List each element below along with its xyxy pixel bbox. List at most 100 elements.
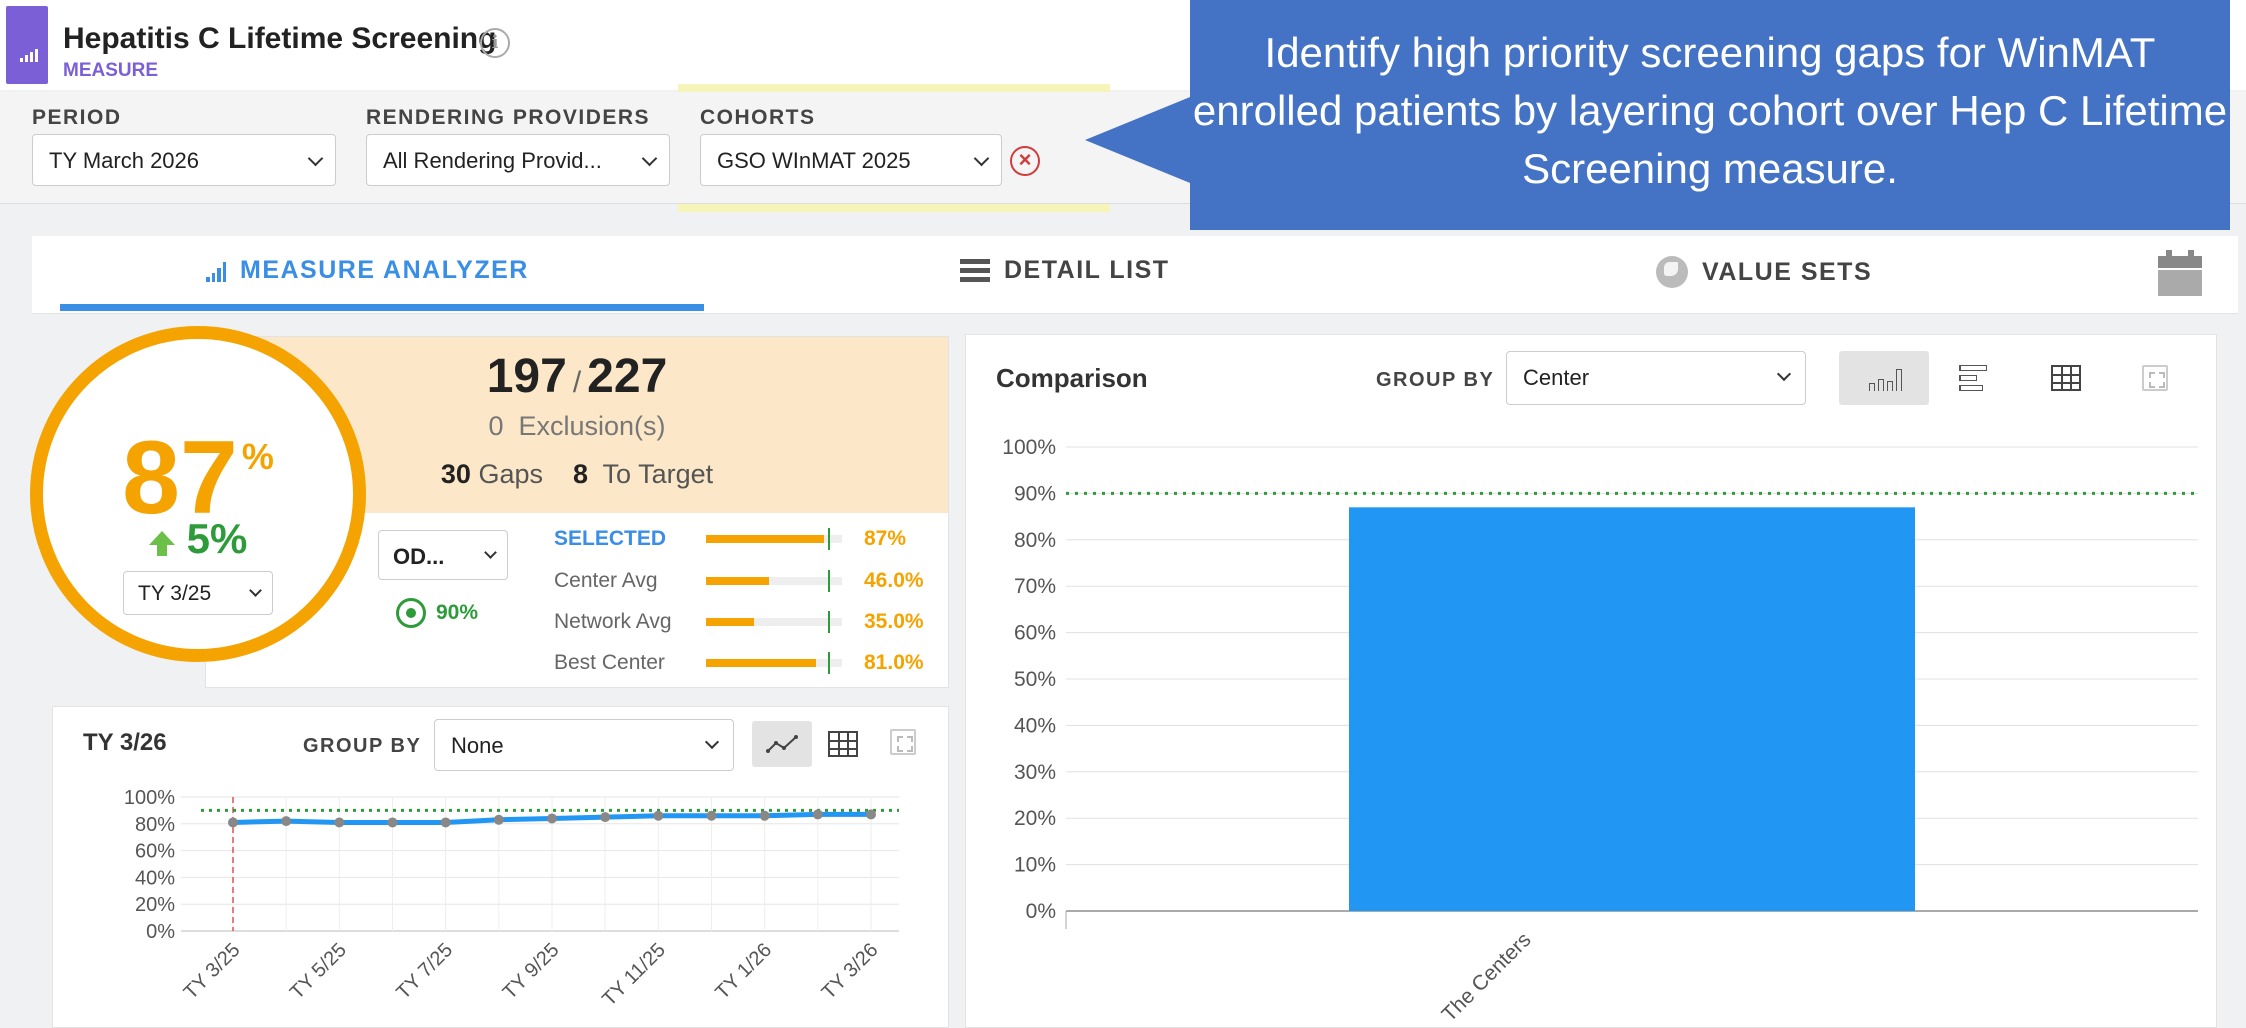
x-tick-label: TY 7/25 xyxy=(392,939,457,1004)
comparison-row: Center Avg 46.0% xyxy=(554,566,944,596)
numerator: 197 xyxy=(486,350,567,403)
tab-label: VALUE SETS xyxy=(1702,257,1873,286)
ratio-slash: / xyxy=(572,366,582,399)
to-target-label: To Target xyxy=(602,459,714,489)
y-tick-label: 20% xyxy=(1014,807,1056,830)
data-point xyxy=(493,814,504,825)
comparison-group-value: OD... xyxy=(393,544,445,569)
target-value: 90% xyxy=(436,601,479,624)
x-tick-label: TY 9/25 xyxy=(499,939,564,1004)
exclusions-count: 0 xyxy=(488,411,504,441)
rate-change-value: 5% xyxy=(186,515,248,562)
rate-circle: 87% 5% TY 3/25 xyxy=(30,326,366,662)
period-label: PERIOD xyxy=(32,106,122,129)
data-point xyxy=(228,817,238,828)
column-chart-button[interactable] xyxy=(1839,351,1929,405)
chevron-down-icon xyxy=(704,734,720,750)
y-tick-label: 50% xyxy=(1014,668,1056,691)
expand-icon[interactable] xyxy=(890,729,916,755)
table-icon[interactable] xyxy=(828,731,858,757)
page-title: Hepatitis C Lifetime Screening xyxy=(63,22,497,55)
calendar-icon[interactable] xyxy=(2158,250,2202,296)
chevron-down-icon xyxy=(484,546,497,559)
comparison-row: Best Center 81.0% xyxy=(554,648,944,678)
trend-group-by-select[interactable]: None xyxy=(434,719,734,771)
comparison-chart: 0% 10% 20% 30% 40% 50% 60% 70% 80% 90% 100% The Cen… xyxy=(1002,436,2198,1026)
page-subtitle: MEASURE xyxy=(63,60,159,81)
x-tick-label: TY 3/26 xyxy=(818,939,883,1004)
y-tick-label: 80% xyxy=(135,814,175,836)
bar xyxy=(1349,507,1915,911)
line-chart-button[interactable] xyxy=(752,721,812,767)
comparison-bar-track xyxy=(706,528,842,550)
active-tab-indicator xyxy=(60,304,704,311)
expand-icon[interactable] xyxy=(2142,365,2168,391)
y-tick-label: 20% xyxy=(135,894,175,916)
x-tick-label: The Centers xyxy=(1438,928,1536,1026)
clear-cohort-icon[interactable]: × xyxy=(1010,146,1040,176)
providers-label: RENDERING PROVIDERS xyxy=(366,106,651,129)
trend-group-by-label: GROUP BY xyxy=(303,735,422,757)
providers-select[interactable]: All Rendering Provid... xyxy=(366,134,670,186)
data-point xyxy=(600,812,611,823)
comparison-label: Center Avg xyxy=(554,569,658,592)
comparison-bar-fill xyxy=(706,659,817,667)
trend-chart: 0% 20% 40% 60% 80% 100% TY 3/25 TY 5/25 TY 7/25 T… xyxy=(124,787,899,1011)
column-chart-icon xyxy=(1869,365,1902,391)
comparison-value: 35.0% xyxy=(864,610,924,633)
data-point xyxy=(281,816,292,827)
comparison-value: 81.0% xyxy=(864,651,924,674)
comparison-title: Comparison xyxy=(996,363,1148,393)
y-tick-label: 100% xyxy=(124,787,175,809)
gaps-label[interactable]: Gaps xyxy=(478,459,543,489)
measure-badge-icon xyxy=(6,6,48,84)
comparison-group-by-select[interactable]: Center xyxy=(1506,351,1806,405)
baseline-period-select[interactable]: TY 3/25 xyxy=(123,571,273,615)
table-icon[interactable] xyxy=(2051,365,2081,391)
comparison-panel: Comparison GROUP BY Center 0% 10% 20% 30% 40… xyxy=(965,334,2217,1028)
tab-measure-analyzer[interactable]: MEASURE ANALYZER xyxy=(206,256,529,285)
target-indicator: 90% xyxy=(396,598,478,628)
comparison-label: Network Avg xyxy=(554,610,672,633)
target-marker xyxy=(828,570,831,592)
info-icon[interactable]: i xyxy=(480,28,510,58)
trend-panel: TY 3/26 GROUP BY None 0% 20% 40% 60% 80% 100%… xyxy=(52,706,949,1028)
data-point xyxy=(866,809,876,820)
comparison-bar-fill xyxy=(706,535,825,543)
comparison-value: 87% xyxy=(864,527,907,550)
comparison-group-by-label: GROUP BY xyxy=(1376,369,1495,391)
data-point xyxy=(440,817,451,828)
y-tick-label: 60% xyxy=(135,841,175,863)
comparison-bar-track xyxy=(706,652,842,674)
target-marker xyxy=(828,611,831,633)
cohorts-select[interactable]: GSO WInMAT 2025 xyxy=(700,134,1002,186)
exclusions-label: Exclusion(s) xyxy=(518,411,666,441)
comparison-row: SELECTED 87% xyxy=(554,524,944,554)
comparison-group-by-value: Center xyxy=(1523,365,1590,390)
gaps-count: 30 xyxy=(440,459,471,489)
x-tick-label: TY 5/25 xyxy=(286,939,351,1004)
cohorts-select-value: GSO WInMAT 2025 xyxy=(717,148,911,173)
target-marker xyxy=(828,528,831,550)
percent-symbol: % xyxy=(241,436,274,477)
period-select[interactable]: TY March 2026 xyxy=(32,134,336,186)
y-tick-label: 60% xyxy=(1014,622,1056,645)
data-point xyxy=(334,817,345,828)
tab-detail-list[interactable]: DETAIL LIST xyxy=(960,256,1170,285)
comparison-bar-track xyxy=(706,611,842,633)
chevron-down-icon xyxy=(1776,366,1792,382)
y-tick-label: 40% xyxy=(1014,714,1056,737)
cohorts-label: COHORTS xyxy=(700,106,816,129)
comparison-group-select[interactable]: OD... xyxy=(378,530,508,580)
target-marker xyxy=(828,652,831,674)
horizontal-bar-chart-icon[interactable] xyxy=(1959,365,1989,393)
data-point xyxy=(653,810,664,821)
comparison-bar-track xyxy=(706,570,842,592)
period-select-value: TY March 2026 xyxy=(49,148,200,173)
trend-group-by-value: None xyxy=(451,733,504,758)
tab-value-sets[interactable]: VALUE SETS xyxy=(1656,256,1872,288)
chevron-down-icon xyxy=(307,150,324,167)
chevron-down-icon xyxy=(249,584,262,597)
bar-chart-icon xyxy=(206,260,226,282)
comparison-value: 46.0% xyxy=(864,569,924,592)
